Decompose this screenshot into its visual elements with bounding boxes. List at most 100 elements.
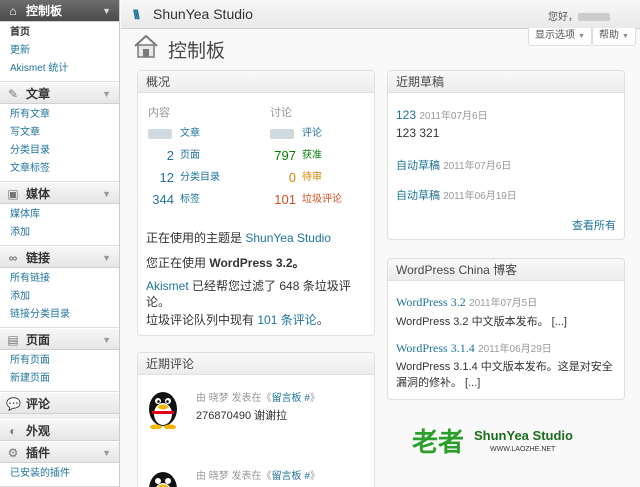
approved-count[interactable]: 797 [260, 145, 296, 167]
submenu-add-link[interactable]: 添加 [0, 288, 119, 306]
submenu-categories[interactable]: 分类目录 [0, 142, 119, 160]
post-count-blurred[interactable] [148, 129, 172, 139]
content-header: 内容 [148, 107, 170, 119]
collapse-arrow-icon[interactable]: ▼ [102, 442, 111, 464]
spam-queue-prefix: 垃圾评论队列中现有 [146, 313, 258, 327]
pushpin-icon: ✎ [7, 87, 19, 101]
site-name-link[interactable]: ShunYea Studio [153, 6, 253, 22]
draft-date: 2011年06月19日 [443, 191, 517, 202]
tag-count[interactable]: 344 [138, 189, 174, 211]
submenu-all-posts[interactable]: 所有文章 [0, 106, 119, 124]
menu-posts[interactable]: ✎ 文章 ▼ [0, 82, 119, 104]
widget-title[interactable]: 概况 [138, 71, 374, 93]
blog-item: WordPress 3.2 2011年07月5日 [396, 294, 537, 310]
menu-comments[interactable]: 💬 评论 [0, 392, 119, 414]
spam-queue-suffix: 。 [316, 313, 329, 327]
help-label: 帮助 [599, 30, 619, 41]
qq-penguin-avatar [149, 472, 177, 487]
collapse-arrow-icon[interactable]: ▼ [102, 83, 111, 105]
submenu-akismet-stats[interactable]: Akismet 统计 [0, 60, 119, 78]
draft-title-link[interactable]: 123 [396, 108, 416, 122]
submenu-installed-plugins[interactable]: 已安装的插件 [0, 465, 119, 483]
page-title: 控制板 [168, 41, 226, 62]
menu-pages[interactable]: ▤ 页面 ▼ [0, 328, 119, 350]
theme-link[interactable]: ShunYea Studio [245, 231, 331, 245]
submenu-add-media[interactable]: 添加 [0, 224, 119, 242]
akismet-link[interactable]: Akismet [146, 279, 189, 293]
widget-title[interactable]: 近期草稿 [388, 71, 624, 93]
help-button[interactable]: 帮助 ▼ [592, 28, 636, 46]
submenu-new-page[interactable]: 新建页面 [0, 370, 119, 388]
submenu-new-post[interactable]: 写文章 [0, 124, 119, 142]
screen-options-button[interactable]: 显示选项 ▼ [528, 28, 592, 46]
draft-title-link[interactable]: 自动草稿 [396, 160, 440, 172]
admin-sidebar: ⌂ 控制板 ▼ 首页 更新 Akismet 统计 ✎ 文章 ▼ 所有文章 写文章… [0, 0, 120, 487]
menu-dashboard[interactable]: ⌂ 控制板 ▼ [0, 0, 119, 22]
theme-prefix: 正在使用的主题是 [146, 231, 246, 245]
submenu-all-pages[interactable]: 所有页面 [0, 352, 119, 370]
widget-title[interactable]: WordPress China 博客 [388, 259, 624, 281]
submenu-media-library[interactable]: 媒体库 [0, 206, 119, 224]
howdy-label: 您好， [548, 12, 578, 23]
collapse-arrow-icon[interactable]: ▼ [102, 329, 111, 351]
view-all-link[interactable]: 查看所有 [572, 217, 616, 233]
submenu-home[interactable]: 首页 [0, 24, 119, 42]
posts-link[interactable]: 文章 [180, 123, 200, 145]
collapse-arrow-icon[interactable]: ▼ [102, 0, 111, 22]
watermark-url: WWW.LAOZHE.NET [490, 446, 556, 453]
blog-date: 2011年06月29日 [478, 344, 552, 355]
widget-title[interactable]: 近期评论 [138, 353, 374, 375]
category-count[interactable]: 12 [138, 167, 174, 189]
comment-meta-suffix: 》 [309, 393, 320, 404]
tags-link[interactable]: 标签 [180, 189, 200, 211]
comment-post-link[interactable]: 留言板 # [272, 471, 310, 482]
submenu-posts: 所有文章 写文章 分类目录 文章标签 [0, 104, 119, 182]
version-text: WordPress 3.2。 [209, 256, 305, 270]
spam-count[interactable]: 101 [260, 189, 296, 211]
media-icon: ▣ [7, 187, 19, 201]
comment-meta: 由 晓梦 发表在《留言板 #》 [196, 467, 320, 482]
comment-meta-prefix: 由 晓梦 发表在《 [196, 471, 272, 482]
submenu-updates[interactable]: 更新 [0, 42, 119, 60]
comment-post-link[interactable]: 留言板 # [272, 393, 310, 404]
username-blurred[interactable] [578, 13, 610, 22]
menu-label: 文章 [26, 87, 51, 101]
submenu-link-categories[interactable]: 链接分类目录 [0, 306, 119, 324]
draft-excerpt: 123 321 [396, 126, 440, 140]
blog-item: WordPress 3.1.4 2011年06月29日 [396, 340, 552, 356]
menu-appearance[interactable]: ◐ 外观 [0, 419, 119, 441]
recent-comments-widget: 近期评论 由 晓梦 发表在《留言板 #》 276870490 谢谢拉 由 晓梦 … [137, 352, 375, 487]
pending-count[interactable]: 0 [260, 167, 296, 189]
spam-link[interactable]: 垃圾评论 [302, 189, 342, 211]
pending-link[interactable]: 待审 [302, 167, 322, 189]
menu-label: 评论 [26, 397, 51, 411]
menu-plugins[interactable]: ⚙ 插件 ▼ [0, 441, 119, 463]
menu-links[interactable]: ∞ 链接 ▼ [0, 246, 119, 268]
submenu-media: 媒体库 添加 [0, 204, 119, 246]
collapse-arrow-icon[interactable]: ▼ [102, 183, 111, 205]
menu-label: 插件 [26, 446, 51, 460]
stats-row: 12 分类目录 0 待审 [138, 167, 376, 189]
comment-count-blurred[interactable] [270, 129, 294, 139]
page-icon: ▤ [7, 333, 19, 347]
blog-title-link[interactable]: WordPress 3.2 [396, 295, 466, 309]
menu-label: 媒体 [26, 187, 51, 201]
blog-title-link[interactable]: WordPress 3.1.4 [396, 341, 475, 355]
appearance-icon: ◐ [9, 424, 17, 438]
approved-link[interactable]: 获准 [302, 145, 322, 167]
submenu-all-links[interactable]: 所有链接 [0, 270, 119, 288]
dashboard-home-icon [134, 34, 158, 58]
categories-link[interactable]: 分类目录 [180, 167, 220, 189]
spam-queue-link[interactable]: 101 条评论 [257, 313, 316, 327]
comment-meta-suffix: 》 [309, 471, 320, 482]
stats-row: 2 页面 797 获准 [138, 145, 376, 167]
comments-link[interactable]: 评论 [302, 123, 322, 145]
menu-label: 链接 [26, 251, 51, 265]
submenu-tags[interactable]: 文章标签 [0, 160, 119, 178]
page-count[interactable]: 2 [138, 145, 174, 167]
pages-link[interactable]: 页面 [180, 145, 200, 167]
menu-media[interactable]: ▣ 媒体 ▼ [0, 182, 119, 204]
draft-title-link[interactable]: 自动草稿 [396, 190, 440, 202]
comment-text: 276870490 谢谢拉 [196, 410, 288, 422]
collapse-arrow-icon[interactable]: ▼ [102, 247, 111, 269]
